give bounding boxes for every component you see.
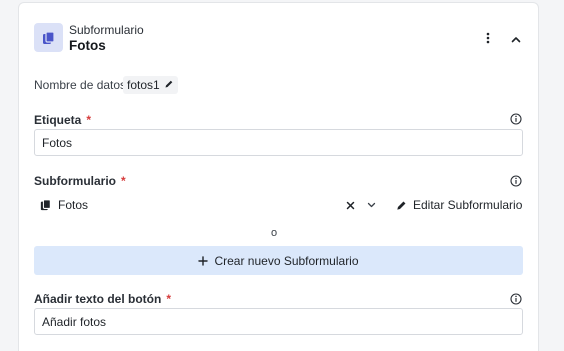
info-icon[interactable] xyxy=(510,175,522,187)
subform-card: Subformulario Fotos Nombre de datos: fot… xyxy=(18,2,539,351)
component-title: Fotos xyxy=(69,38,106,53)
clear-icon[interactable] xyxy=(344,199,356,211)
info-icon[interactable] xyxy=(510,293,522,305)
edit-subform-label: Editar Subformulario xyxy=(413,198,523,212)
required-mark: * xyxy=(166,292,172,306)
data-name-label: Nombre de datos: xyxy=(34,78,130,92)
subform-icon xyxy=(34,23,63,52)
label-input[interactable]: Fotos xyxy=(34,129,523,156)
info-icon[interactable] xyxy=(510,113,522,125)
button-text-field-label: Añadir texto del botón * xyxy=(34,292,171,306)
component-type-label: Subformulario xyxy=(69,23,144,37)
pencil-icon[interactable] xyxy=(164,78,174,92)
selected-subform: Fotos xyxy=(58,198,89,212)
data-name-value[interactable]: fotos1 xyxy=(123,76,178,94)
label-field-text: Etiqueta xyxy=(34,113,82,127)
plus-icon xyxy=(198,255,209,266)
button-text-input[interactable]: Añadir fotos xyxy=(34,308,523,335)
button-text-field-text: Añadir texto del botón xyxy=(34,292,162,306)
subform-icon xyxy=(40,199,52,211)
subform-field-label: Subformulario * xyxy=(34,174,126,188)
data-name-text: fotos1 xyxy=(127,78,160,92)
required-mark: * xyxy=(121,174,126,188)
edit-subform-button[interactable]: Editar Subformulario xyxy=(396,196,522,214)
more-options-icon[interactable] xyxy=(481,29,495,47)
pencil-icon xyxy=(396,200,407,211)
create-subform-button[interactable]: Crear nuevo Subformulario xyxy=(34,246,523,275)
create-subform-label: Crear nuevo Subformulario xyxy=(214,253,359,268)
required-mark: * xyxy=(86,113,92,127)
chevron-up-icon[interactable] xyxy=(508,31,524,47)
or-separator: o xyxy=(271,227,278,239)
label-field-label: Etiqueta * xyxy=(34,113,91,127)
chevron-down-icon[interactable] xyxy=(365,199,377,211)
subform-field-text: Subformulario xyxy=(34,174,117,188)
subform-select[interactable]: Fotos xyxy=(34,194,369,216)
